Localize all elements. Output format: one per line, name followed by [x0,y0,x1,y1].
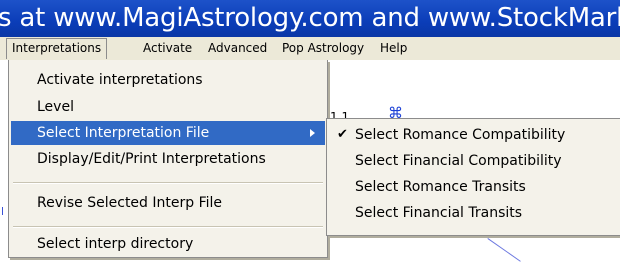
menu-item-revise-interp-file[interactable]: Revise Selected Interp File [11,191,325,215]
menu-item-select-interp-directory[interactable]: Select interp directory [11,232,325,256]
chart-tick [2,207,3,215]
submenu-item-financial-compatibility[interactable]: Select Financial Compatibility [329,149,619,173]
submenu-item-label: Select Romance Compatibility [355,127,566,143]
checkmark-icon: ✔ [337,127,348,142]
submenu-arrow-icon [310,129,315,137]
interpretation-file-submenu: ✔ Select Romance Compatibility Select Fi… [326,118,620,236]
window-title: s at www.MagiAstrology.com and www.Stock… [0,3,620,33]
title-bar[interactable]: s at www.MagiAstrology.com and www.Stock… [0,0,620,37]
chart-line [487,238,521,262]
menu-separator [13,226,323,228]
menu-interpretations[interactable]: Interpretations [6,38,108,59]
submenu-item-romance-transits[interactable]: Select Romance Transits [329,175,619,199]
menu-separator [13,182,323,184]
submenu-item-financial-transits[interactable]: Select Financial Transits [329,201,619,225]
menu-item-display-edit-print[interactable]: Display/Edit/Print Interpretations [11,147,325,171]
menu-item-select-interpretation-file[interactable]: Select Interpretation File [11,121,325,145]
menu-pop-astrology[interactable]: Pop Astrology [277,39,369,58]
menu-advanced[interactable]: Advanced [203,39,272,58]
menu-item-level[interactable]: Level [11,95,325,119]
menu-bar: Interpretations Activate Advanced Pop As… [0,37,620,61]
menu-item-label: Select Interpretation File [37,125,210,141]
interpretations-menu: Activate interpretations Level Select In… [8,60,328,258]
menu-help[interactable]: Help [375,39,412,58]
menu-activate[interactable]: Activate [138,39,197,58]
submenu-item-romance-compatibility[interactable]: ✔ Select Romance Compatibility [329,123,619,147]
menu-item-activate-interpretations[interactable]: Activate interpretations [11,68,325,92]
